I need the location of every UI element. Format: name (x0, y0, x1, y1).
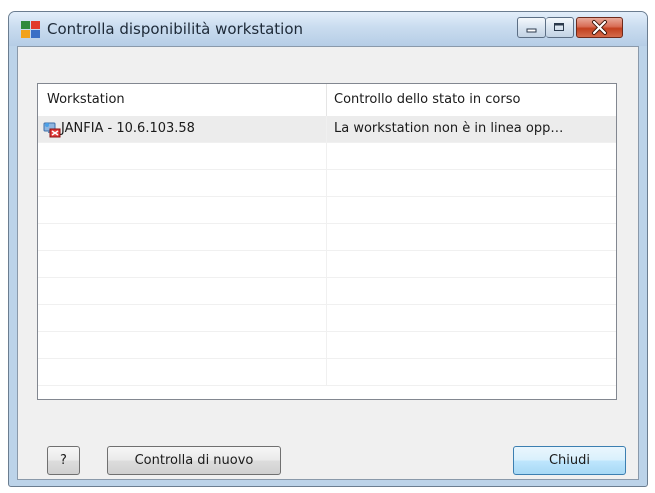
table-row[interactable]: JANFIA - 10.6.103.58 La workstation non … (38, 116, 616, 143)
empty-cell (38, 278, 327, 305)
column-header-workstation[interactable]: Workstation (38, 84, 327, 116)
title-bar[interactable]: Controlla disponibilità workstation (9, 12, 647, 46)
table-row (38, 305, 616, 332)
empty-cell (38, 251, 327, 278)
dialog-window: Controlla disponibilità workstation Work… (8, 11, 648, 487)
table-row (38, 170, 616, 197)
minimize-button[interactable] (517, 17, 546, 38)
table-row (38, 143, 616, 170)
empty-cell (38, 197, 327, 224)
dialog-client-area: Workstation Controllo dello stato in cor… (17, 46, 639, 480)
list-header: Workstation Controllo dello stato in cor… (38, 84, 616, 116)
check-again-button[interactable]: Controlla di nuovo (107, 446, 281, 475)
maximize-icon (554, 23, 564, 31)
window-close-button[interactable] (576, 17, 623, 38)
empty-cell (38, 224, 327, 251)
window-title: Controlla disponibilità workstation (47, 20, 304, 38)
table-row (38, 224, 616, 251)
maximize-button[interactable] (546, 17, 574, 38)
minimize-icon (526, 28, 537, 33)
status-cell: La workstation non è in linea opp… (334, 121, 564, 136)
close-icon (592, 20, 607, 35)
table-row (38, 251, 616, 278)
close-button[interactable]: Chiudi (513, 446, 626, 475)
workstation-name-cell: JANFIA - 10.6.103.58 (38, 116, 327, 143)
empty-cell (38, 359, 327, 386)
empty-cell (38, 305, 327, 332)
table-row (38, 359, 616, 386)
table-row (38, 332, 616, 359)
list-rows: JANFIA - 10.6.103.58 La workstation non … (38, 116, 616, 399)
empty-cell (38, 143, 327, 170)
help-button[interactable]: ? (47, 446, 80, 475)
workstation-list[interactable]: Workstation Controllo dello stato in cor… (37, 83, 617, 400)
table-row (38, 278, 616, 305)
table-row (38, 197, 616, 224)
empty-cell (38, 170, 327, 197)
avg-logo-icon (21, 21, 40, 38)
column-header-status[interactable]: Controllo dello stato in corso (327, 84, 616, 116)
empty-cell (38, 332, 327, 359)
